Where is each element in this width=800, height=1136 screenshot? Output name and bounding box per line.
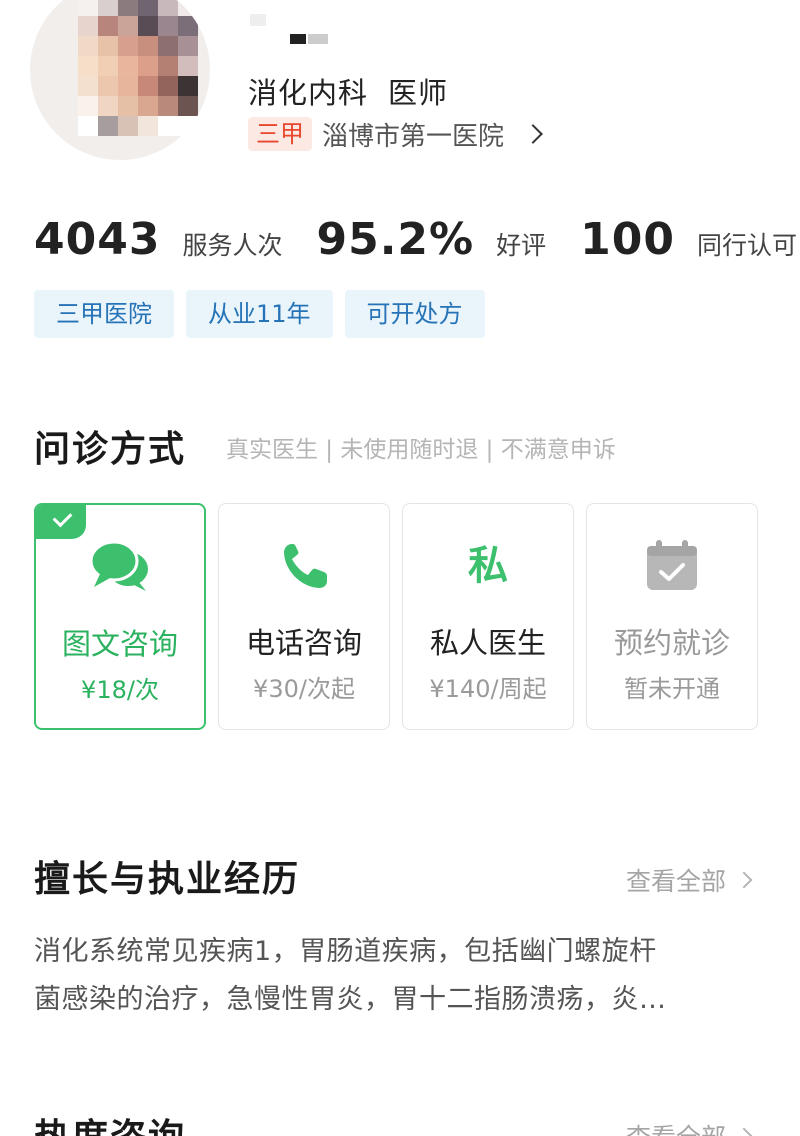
view-all-label: 查看全部 <box>626 1118 726 1136</box>
consult-option-text[interactable]: 图文咨询 ¥18/次 <box>34 503 206 730</box>
consult-section-title: 问诊方式 <box>34 429 187 470</box>
doctor-tags: 三甲医院 从业11年 可开处方 <box>34 290 485 338</box>
stat-peer-label: 同行认可 <box>697 231 798 260</box>
experience-section-title: 擅长与执业经历 <box>34 859 301 900</box>
doctor-stats: 4043 服务人次 95.2% 好评 100 同行认可 <box>34 214 797 265</box>
stat-rating: 95.2% <box>316 214 475 265</box>
consult-option-label: 预约就诊 <box>613 626 730 660</box>
chevron-right-icon <box>735 871 753 889</box>
experience-line: 消化系统常见疾病1，胃肠道疾病，包括幽门螺旋杆 <box>34 936 657 967</box>
check-icon <box>36 505 86 539</box>
avatar-mosaic <box>78 0 198 136</box>
consult-option-price: 暂未开通 <box>624 675 720 703</box>
consult-option-price: ¥30/次起 <box>253 675 355 703</box>
tag-grade-hospital: 三甲医院 <box>34 290 174 338</box>
experience-line: 菌感染的治疗，急慢性胃炎，胃十二指肠溃疡，炎… <box>34 984 667 1015</box>
phone-icon <box>272 538 336 594</box>
stat-rating-label: 好评 <box>496 231 547 260</box>
hospital-name: 淄博市第一医院 <box>322 121 505 152</box>
view-all-label: 查看全部 <box>626 867 727 896</box>
consult-options: 图文咨询 ¥18/次 电话咨询 ¥30/次起 私 私人医生 ¥140/周起 预约… <box>34 503 758 730</box>
doctor-department-title: 消化内科 医师 <box>248 70 448 112</box>
hot-section-title: 热度咨询 <box>34 1108 186 1136</box>
consult-option-price: ¥140/周起 <box>429 675 547 703</box>
stat-peer-approval: 100 <box>580 214 676 265</box>
experience-view-all-link[interactable]: 查看全部 <box>626 862 753 898</box>
hospital-link[interactable]: 三甲 淄博市第一医院 <box>248 116 543 152</box>
chevron-right-icon <box>735 1127 753 1136</box>
consult-section-subtitle: 真实医生 | 未使用随时退 | 不满意申诉 <box>226 437 616 463</box>
tag-prescription: 可开处方 <box>344 290 485 338</box>
consult-option-phone[interactable]: 电话咨询 ¥30/次起 <box>218 503 390 730</box>
consult-option-label: 私人医生 <box>429 626 546 660</box>
consult-option-label: 电话咨询 <box>245 626 362 660</box>
doctor-avatar[interactable] <box>30 0 210 160</box>
chevron-right-icon <box>523 124 543 144</box>
tag-years-practice: 从业11年 <box>186 290 333 338</box>
hospital-grade-badge: 三甲 <box>248 117 312 151</box>
consult-option-label: 图文咨询 <box>61 627 178 661</box>
doctor-title-label: 医师 <box>388 76 449 110</box>
stat-service-count: 4043 <box>34 214 161 265</box>
doctor-name-blurred <box>250 14 330 44</box>
consult-option-price: ¥18/次 <box>81 676 159 704</box>
consult-option-private-doctor[interactable]: 私 私人医生 ¥140/周起 <box>402 503 574 730</box>
calendar-check-icon <box>640 538 704 594</box>
experience-description[interactable]: 消化系统常见疾病1，胃肠道疾病，包括幽门螺旋杆 菌感染的治疗，急慢性胃炎，胃十二… <box>34 928 764 1024</box>
department-label: 消化内科 <box>248 76 369 110</box>
chat-bubbles-icon <box>88 539 152 595</box>
stat-service-label: 服务人次 <box>182 231 283 260</box>
hot-view-all-link[interactable]: 查看全部 <box>626 1118 753 1136</box>
consult-option-appointment[interactable]: 预约就诊 暂未开通 <box>586 503 758 730</box>
private-doctor-icon: 私 <box>468 543 508 589</box>
